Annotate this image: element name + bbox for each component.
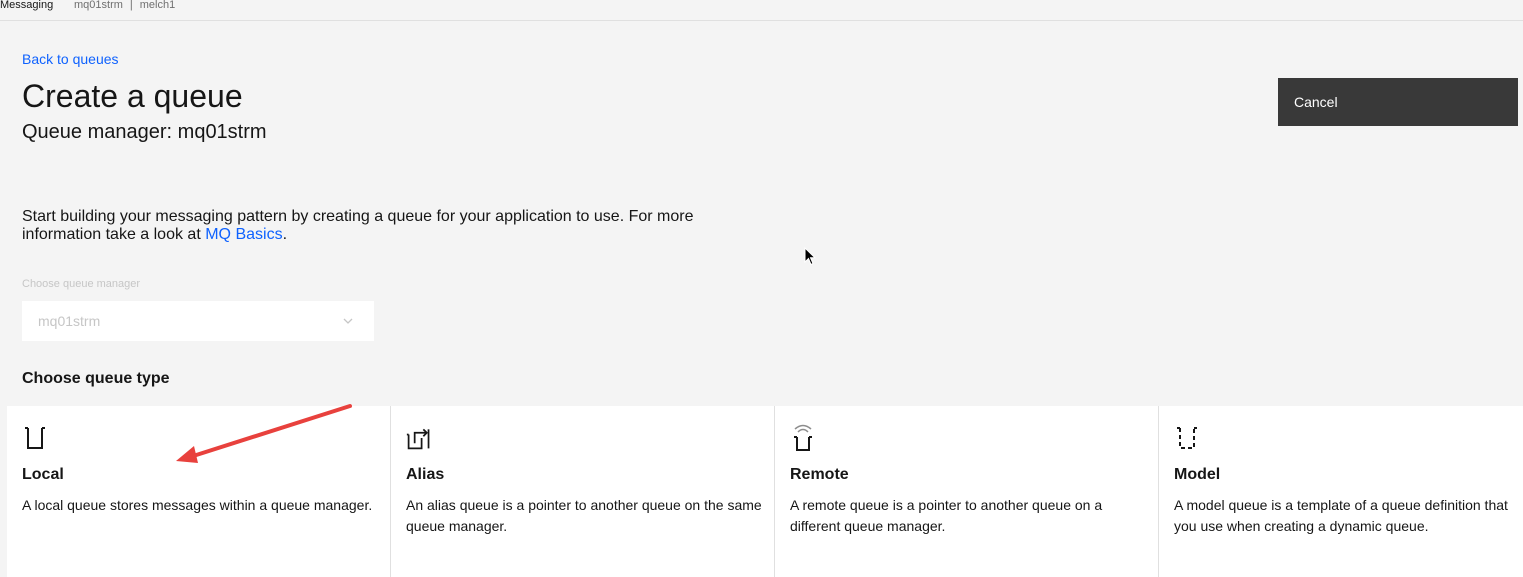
queue-manager-label: Choose queue manager bbox=[22, 278, 141, 290]
tile-name: Remote bbox=[790, 466, 849, 483]
intro-text-body: Start building your messaging pattern by… bbox=[22, 208, 694, 243]
tile-name: Model bbox=[1174, 466, 1221, 483]
queue-type-tile-local[interactable]: Local A local queue stores messages with… bbox=[7, 406, 391, 577]
tile-description: An alias queue is a pointer to another q… bbox=[406, 497, 762, 534]
breadcrumb-user[interactable]: melch1 bbox=[140, 0, 175, 11]
chevron-down-icon bbox=[343, 318, 353, 324]
mouse-cursor-icon bbox=[804, 247, 816, 266]
app-name[interactable]: Messaging bbox=[0, 0, 53, 11]
back-to-queues-link[interactable]: Back to queues bbox=[22, 51, 119, 67]
intro-text: Start building your messaging pattern by… bbox=[22, 208, 742, 244]
breadcrumb-separator: | bbox=[129, 0, 133, 11]
page-subtitle: Queue manager: mq01strm bbox=[22, 121, 267, 143]
queue-type-tile-model[interactable]: Model A model queue is a template of a q… bbox=[1159, 406, 1523, 577]
remote-queue-icon bbox=[794, 424, 812, 451]
choose-queue-type-heading: Choose queue type bbox=[22, 370, 170, 387]
tile-name: Local bbox=[22, 466, 64, 483]
model-queue-icon bbox=[1177, 427, 1197, 449]
alias-queue-icon bbox=[406, 428, 430, 450]
tile-description: A remote queue is a pointer to another q… bbox=[790, 497, 1103, 534]
cancel-button[interactable]: Cancel bbox=[1278, 78, 1518, 126]
queue-type-tile-alias[interactable]: Alias An alias queue is a pointer to ano… bbox=[391, 406, 775, 577]
breadcrumb-queue-manager[interactable]: mq01strm bbox=[74, 0, 123, 11]
queue-manager-dropdown[interactable]: mq01strm bbox=[22, 301, 374, 341]
queue-manager-selected-value: mq01strm bbox=[38, 313, 101, 329]
tile-name: Alias bbox=[406, 466, 445, 483]
queue-type-tile-remote[interactable]: Remote A remote queue is a pointer to an… bbox=[775, 406, 1159, 577]
local-queue-icon bbox=[25, 427, 45, 449]
queue-type-tiles: Local A local queue stores messages with… bbox=[7, 406, 1523, 577]
mq-basics-link[interactable]: MQ Basics bbox=[205, 226, 282, 243]
tile-description: A model queue is a template of a queue d… bbox=[1174, 497, 1508, 534]
breadcrumb: mq01strm | melch1 bbox=[74, 0, 175, 11]
page-title: Create a queue bbox=[22, 78, 243, 114]
top-bar: Messaging mq01strm | melch1 bbox=[0, 0, 1523, 21]
intro-text-end: . bbox=[282, 226, 288, 243]
tile-description: A local queue stores messages within a q… bbox=[22, 497, 373, 513]
